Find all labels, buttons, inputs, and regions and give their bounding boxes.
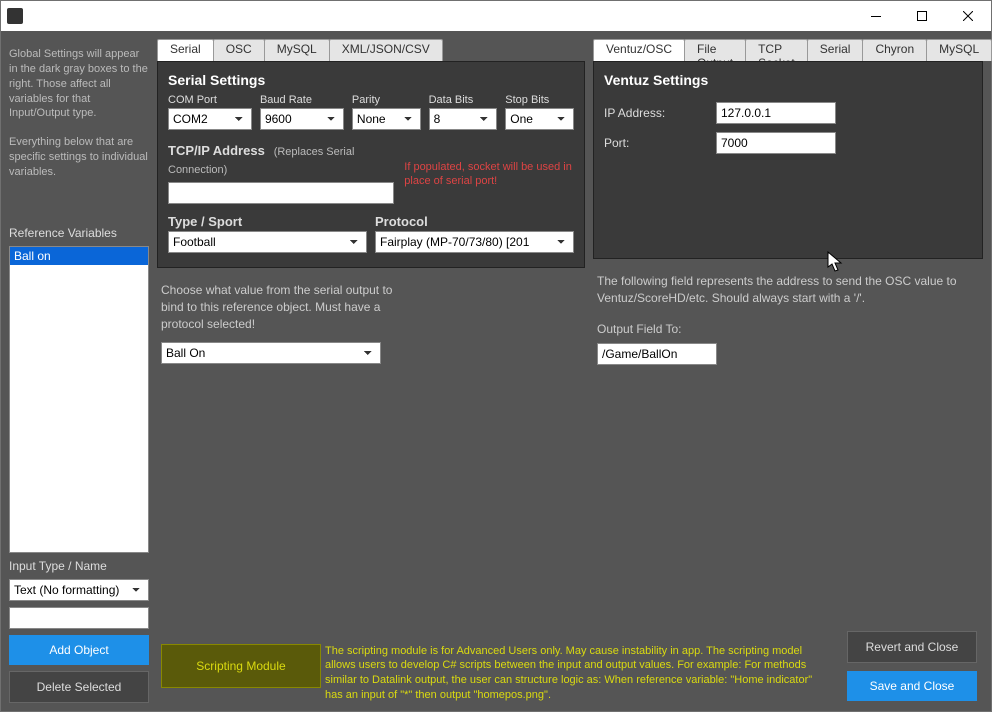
baud-label: Baud Rate — [260, 94, 344, 106]
baud-select[interactable]: 9600 — [260, 108, 344, 130]
save-close-button[interactable]: Save and Close — [847, 671, 977, 701]
tab-tcp-socket[interactable]: TCP Socket — [745, 39, 808, 61]
output-field-input[interactable] — [597, 343, 717, 365]
bind-help-text: Choose what value from the serial output… — [161, 282, 401, 332]
output-panel: Ventuz/OSC File Output TCP Socket Serial… — [593, 39, 983, 703]
serial-heading: Serial Settings — [168, 72, 574, 88]
databits-select[interactable]: 8 — [429, 108, 498, 130]
ip-input[interactable] — [716, 102, 836, 124]
tab-serial[interactable]: Serial — [157, 39, 214, 61]
list-item[interactable]: Ball on — [10, 247, 148, 265]
global-help-text-1: Global Settings will appear in the dark … — [9, 39, 149, 121]
app-icon — [7, 8, 23, 24]
left-sidebar: Global Settings will appear in the dark … — [9, 39, 149, 703]
tab-chyron[interactable]: Chyron — [862, 39, 927, 61]
stopbits-select[interactable]: One — [505, 108, 574, 130]
tab-serial-out[interactable]: Serial — [807, 39, 864, 61]
tab-ventuz-osc[interactable]: Ventuz/OSC — [593, 39, 685, 61]
tab-osc[interactable]: OSC — [213, 39, 265, 61]
com-port-select[interactable]: COM2 — [168, 108, 252, 130]
reference-variables-label: Reference Variables — [9, 226, 149, 240]
type-sport-label: Type / Sport — [168, 214, 367, 229]
global-help-text-2: Everything below that are specific setti… — [9, 127, 149, 180]
input-type-label: Input Type / Name — [9, 559, 149, 573]
add-object-button[interactable]: Add Object — [9, 635, 149, 665]
input-type-select[interactable]: Text (No formatting) — [9, 579, 149, 601]
revert-close-button[interactable]: Revert and Close — [847, 631, 977, 663]
delete-selected-button[interactable]: Delete Selected — [9, 671, 149, 703]
tab-xml-json-csv[interactable]: XML/JSON/CSV — [329, 39, 443, 61]
new-object-name-input[interactable] — [9, 607, 149, 629]
app-window: Global Settings will appear in the dark … — [0, 0, 992, 712]
serial-settings-box: Serial Settings COM Port COM2 Baud Rate 96… — [157, 61, 585, 268]
protocol-select[interactable]: Fairplay (MP-70/73/80) [201 — [375, 231, 574, 253]
stopbits-label: Stop Bits — [505, 94, 574, 106]
tcp-heading: TCP/IP Address — [168, 143, 265, 158]
serial-bind-select[interactable]: Ball On — [161, 342, 381, 364]
ventuz-settings-box: Ventuz Settings IP Address: Port: — [593, 61, 983, 259]
port-label: Port: — [604, 136, 704, 150]
close-button[interactable] — [945, 1, 991, 31]
tab-mysql-out[interactable]: MySQL — [926, 39, 992, 61]
output-tabs: Ventuz/OSC File Output TCP Socket Serial… — [593, 39, 983, 61]
titlebar — [1, 1, 991, 31]
parity-label: Parity — [352, 94, 421, 106]
output-field-help: The following field represents the addre… — [597, 273, 979, 307]
tab-file-output[interactable]: File Output — [684, 39, 746, 61]
databits-label: Data Bits — [429, 94, 498, 106]
protocol-label: Protocol — [375, 214, 574, 229]
parity-select[interactable]: None — [352, 108, 421, 130]
tab-mysql[interactable]: MySQL — [264, 39, 330, 61]
ventuz-heading: Ventuz Settings — [604, 72, 972, 88]
input-tabs: Serial OSC MySQL XML/JSON/CSV — [157, 39, 585, 61]
scripting-help-text: The scripting module is for Advanced Use… — [325, 644, 815, 703]
type-sport-select[interactable]: Football — [168, 231, 367, 253]
reference-variables-list[interactable]: Ball on — [9, 246, 149, 553]
scripting-module-button[interactable]: Scripting Module — [161, 644, 321, 688]
com-port-label: COM Port — [168, 94, 252, 106]
input-panel: Serial OSC MySQL XML/JSON/CSV Serial Set… — [157, 39, 585, 703]
tcp-address-input[interactable] — [168, 182, 394, 204]
ip-label: IP Address: — [604, 106, 704, 120]
maximize-button[interactable] — [899, 1, 945, 31]
tcp-warning: If populated, socket will be used in pla… — [404, 142, 574, 189]
output-field-label: Output Field To: — [597, 321, 979, 338]
port-input[interactable] — [716, 132, 836, 154]
minimize-button[interactable] — [853, 1, 899, 31]
